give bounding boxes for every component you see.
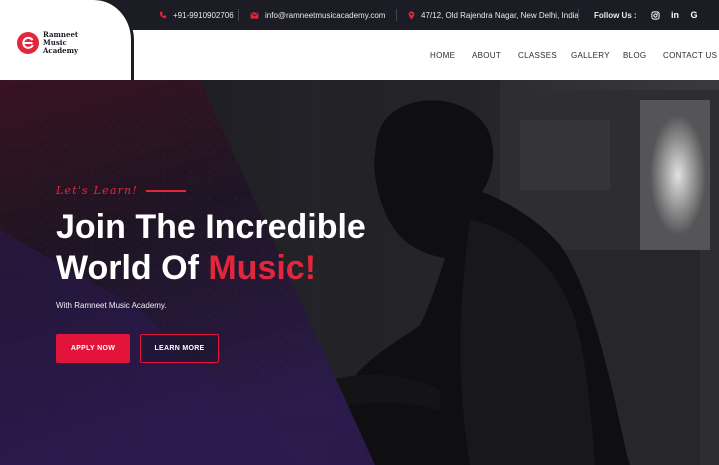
hero-headline: Join The Incredible World Of Music! xyxy=(56,207,366,289)
divider xyxy=(238,9,239,21)
divider xyxy=(578,9,579,21)
google-icon[interactable]: G xyxy=(687,0,701,30)
phone-number: +91-9910902706 xyxy=(173,10,234,20)
divider xyxy=(396,9,397,21)
logo-wordmark: Ramneet Music Academy xyxy=(43,31,78,55)
nav-item-classes[interactable]: CLASSES xyxy=(518,30,557,80)
nav-item-contact-us[interactable]: CONTACT US xyxy=(663,30,717,80)
nav-item-gallery[interactable]: GALLERY xyxy=(571,30,610,80)
logo-mark-icon xyxy=(17,32,39,54)
email-contact[interactable]: info@ramneetmusicacademy.com xyxy=(250,0,385,30)
logo-line: Academy xyxy=(43,46,79,55)
hero-subtitle: Let's Learn! xyxy=(56,184,138,197)
apply-now-button[interactable]: APPLY NOW xyxy=(56,334,130,363)
hero-subtitle-row: Let's Learn! xyxy=(56,184,186,197)
headline-line-2: World Of Music! xyxy=(56,248,366,289)
headline-accent: Music! xyxy=(208,249,317,287)
hero-tagline: With Ramneet Music Academy. xyxy=(56,301,167,310)
learn-more-button[interactable]: LEARN MORE xyxy=(140,334,219,363)
street-address: 47/12, Old Rajendra Nagar, New Delhi, In… xyxy=(421,10,579,20)
logo-link[interactable]: Ramneet Music Academy xyxy=(0,0,134,80)
page: +91-9910902706 info@ramneetmusicacademy.… xyxy=(0,0,719,465)
instagram-icon[interactable] xyxy=(648,0,662,30)
mail-icon xyxy=(250,11,259,19)
headline-prefix: World Of xyxy=(56,249,199,287)
location-pin-icon xyxy=(408,10,415,20)
hero-section: Let's Learn! Join The Incredible World O… xyxy=(0,80,719,465)
nav-item-about[interactable]: ABOUT xyxy=(472,30,501,80)
phone-contact[interactable]: +91-9910902706 xyxy=(159,0,234,30)
phone-icon xyxy=(159,11,167,19)
nav-item-blog[interactable]: BLOG xyxy=(623,30,646,80)
subtitle-underline xyxy=(145,189,186,192)
nav-item-home[interactable]: HOME xyxy=(430,30,455,80)
email-address: info@ramneetmusicacademy.com xyxy=(265,10,386,20)
headline-line-1: Join The Incredible xyxy=(56,208,366,246)
address-contact: 47/12, Old Rajendra Nagar, New Delhi, In… xyxy=(408,0,579,30)
linkedin-icon[interactable]: in xyxy=(668,0,682,30)
follow-us-label: Follow Us : xyxy=(594,10,637,20)
